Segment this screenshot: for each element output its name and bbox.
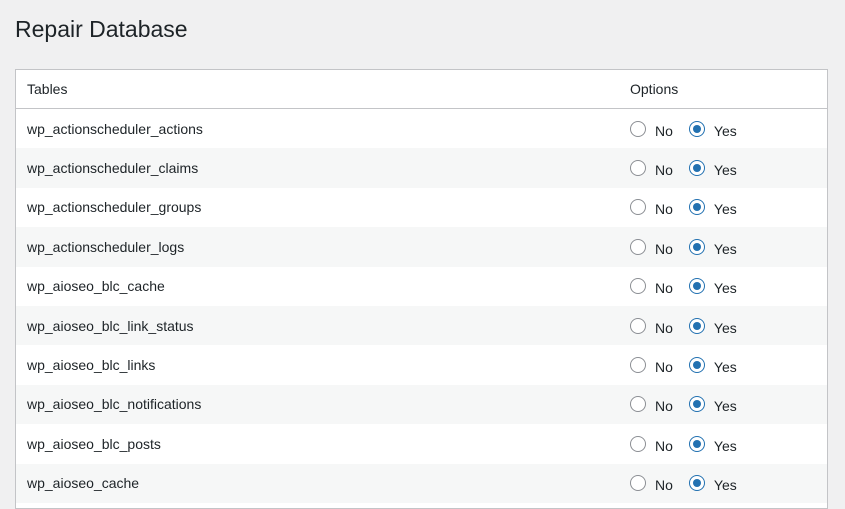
repair-option-group: No Yes	[630, 120, 827, 139]
yes-radio-label: Yes	[713, 359, 737, 376]
yes-radio-label: Yes	[713, 398, 737, 415]
yes-radio[interactable]	[688, 238, 705, 255]
repair-option-no[interactable]: No	[630, 475, 673, 494]
table-row: wp_aioseo_blc_cache No Yes	[16, 266, 827, 306]
no-radio-label: No	[655, 398, 673, 415]
table-row: wp_actionscheduler_claims No Yes	[16, 148, 827, 188]
options-column-header: Options	[630, 81, 679, 97]
repair-option-group: No Yes	[630, 238, 827, 257]
tables-column-header: Tables	[27, 81, 68, 97]
no-radio-label: No	[655, 359, 673, 376]
repair-option-no[interactable]: No	[630, 317, 673, 336]
yes-radio[interactable]	[688, 120, 705, 137]
yes-radio[interactable]	[688, 160, 705, 177]
no-radio[interactable]	[630, 317, 646, 334]
no-radio[interactable]	[630, 435, 646, 452]
no-radio[interactable]	[630, 120, 646, 137]
table-name: wp_actionscheduler_groups	[27, 199, 202, 216]
no-radio[interactable]	[630, 357, 646, 374]
yes-radio-label: Yes	[713, 162, 737, 179]
no-radio-label: No	[655, 280, 673, 297]
yes-radio-label: Yes	[713, 240, 737, 257]
no-radio-label: No	[655, 201, 673, 218]
no-radio[interactable]	[630, 238, 646, 255]
yes-radio[interactable]	[688, 396, 705, 413]
no-radio[interactable]	[630, 396, 646, 413]
repair-option-yes[interactable]: Yes	[688, 238, 737, 257]
yes-radio[interactable]	[688, 435, 705, 452]
yes-radio-label: Yes	[713, 201, 737, 218]
repair-option-group: No Yes	[630, 435, 827, 454]
yes-radio-label: Yes	[713, 319, 737, 336]
repair-option-no[interactable]: No	[630, 396, 673, 415]
no-radio[interactable]	[630, 199, 646, 216]
yes-radio[interactable]	[688, 475, 705, 492]
table-name: wp_actionscheduler_claims	[27, 160, 199, 177]
table-row: wp_actionscheduler_groups No Yes	[16, 187, 827, 228]
table-row: wp_aioseo_blc_links No Yes	[16, 345, 827, 385]
no-radio[interactable]	[630, 278, 646, 295]
repair-option-group: No Yes	[630, 278, 827, 297]
table-row: wp_aioseo_blc_posts No Yes	[16, 424, 827, 464]
yes-radio-label: Yes	[713, 122, 737, 139]
table-name: wp_aioseo_blc_posts	[27, 435, 161, 452]
repair-option-yes[interactable]: Yes	[688, 160, 737, 179]
no-radio-label: No	[655, 437, 673, 454]
repair-option-no[interactable]: No	[630, 357, 673, 376]
repair-option-group: No Yes	[630, 475, 827, 494]
repair-option-yes[interactable]: Yes	[688, 120, 737, 139]
yes-radio[interactable]	[688, 199, 705, 216]
yes-radio[interactable]	[688, 317, 705, 334]
table-name: wp_aioseo_blc_notifications	[27, 396, 202, 413]
repair-option-yes[interactable]: Yes	[688, 199, 737, 218]
no-radio-label: No	[655, 162, 673, 179]
repair-option-yes[interactable]: Yes	[688, 396, 737, 415]
table-header-row: Tables Options	[16, 70, 827, 109]
yes-radio[interactable]	[688, 278, 705, 295]
repair-option-yes[interactable]: Yes	[688, 278, 737, 297]
yes-radio-label: Yes	[713, 437, 737, 454]
repair-option-no[interactable]: No	[630, 160, 673, 179]
repair-option-yes[interactable]: Yes	[688, 317, 737, 336]
repair-option-group: No Yes	[630, 160, 827, 179]
no-radio-label: No	[655, 319, 673, 336]
table-name: wp_aioseo_cache	[27, 475, 140, 492]
table-body: wp_actionscheduler_actions No Yes wp_action…	[16, 109, 827, 503]
repair-option-group: No Yes	[630, 199, 827, 218]
table-name: wp_aioseo_blc_cache	[27, 278, 165, 295]
no-radio[interactable]	[630, 475, 646, 492]
table-row: wp_actionscheduler_logs No Yes	[16, 227, 827, 267]
repair-option-yes[interactable]: Yes	[688, 435, 737, 454]
page-title: Repair Database	[15, 16, 188, 42]
yes-radio[interactable]	[688, 357, 705, 374]
repair-option-group: No Yes	[630, 357, 827, 376]
yes-radio-label: Yes	[713, 477, 737, 494]
table-row: wp_aioseo_cache No Yes	[16, 463, 827, 503]
table-row: wp_aioseo_blc_notifications No Yes	[16, 384, 827, 425]
repair-option-yes[interactable]: Yes	[688, 475, 737, 494]
no-radio-label: No	[655, 122, 673, 139]
repair-option-group: No Yes	[630, 317, 827, 336]
repair-tables-table: Tables Options wp_actionscheduler_action…	[15, 69, 828, 509]
no-radio[interactable]	[630, 160, 646, 177]
repair-option-group: No Yes	[630, 396, 827, 415]
yes-radio-label: Yes	[713, 280, 737, 297]
no-radio-label: No	[655, 240, 673, 257]
table-row: wp_aioseo_blc_link_status No Yes	[16, 305, 827, 346]
table-row: wp_actionscheduler_actions No Yes	[16, 109, 827, 149]
table-name: wp_aioseo_blc_links	[27, 357, 156, 374]
table-name: wp_actionscheduler_logs	[27, 238, 185, 255]
table-name: wp_aioseo_blc_link_status	[27, 317, 194, 334]
repair-option-no[interactable]: No	[630, 199, 673, 218]
repair-option-no[interactable]: No	[630, 238, 673, 257]
table-name: wp_actionscheduler_actions	[27, 120, 203, 137]
repair-option-yes[interactable]: Yes	[688, 357, 737, 376]
repair-option-no[interactable]: No	[630, 278, 673, 297]
repair-option-no[interactable]: No	[630, 435, 673, 454]
no-radio-label: No	[655, 477, 673, 494]
repair-option-no[interactable]: No	[630, 120, 673, 139]
